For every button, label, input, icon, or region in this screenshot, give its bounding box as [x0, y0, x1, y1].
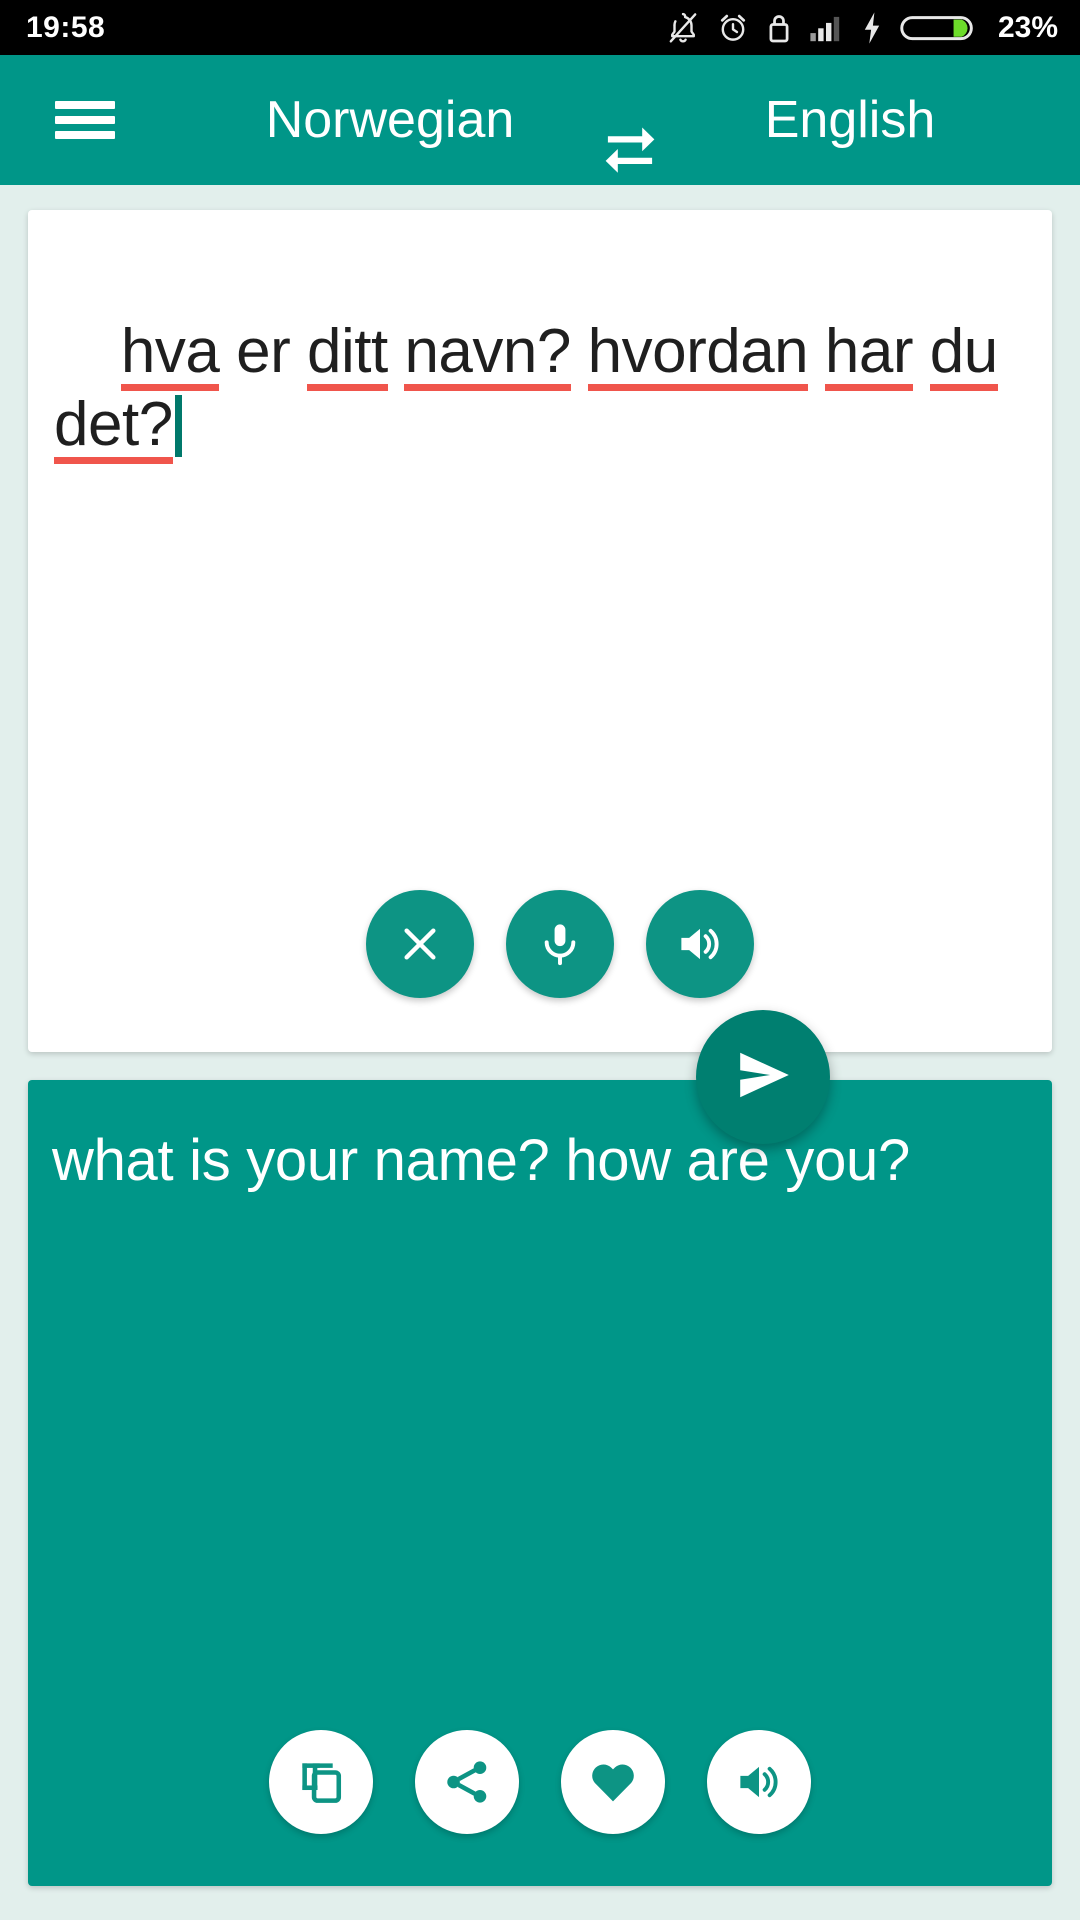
heart-icon	[586, 1755, 640, 1809]
speaker-icon	[674, 918, 726, 970]
result-action-bar	[28, 1730, 1052, 1834]
source-tokens: hva er ditt navn? hvordan har du det?	[54, 317, 1014, 465]
swap-languages-button[interactable]	[594, 113, 666, 185]
speak-result-button[interactable]	[707, 1730, 811, 1834]
source-token: ditt	[306, 317, 388, 392]
share-icon	[441, 1756, 493, 1808]
copy-button[interactable]	[269, 1730, 373, 1834]
hamburger-menu-icon[interactable]	[55, 101, 115, 139]
translate-send-button[interactable]	[696, 1010, 830, 1144]
app-bar: Norwegian English	[0, 55, 1080, 185]
target-language-selector[interactable]: English	[690, 94, 1010, 146]
source-text-input[interactable]: hva er ditt navn? hvordan har du det?	[54, 242, 1012, 535]
signal-bars-icon	[808, 10, 844, 46]
status-bar-icons: 23%	[666, 10, 1058, 46]
send-icon	[727, 1039, 799, 1116]
lock-icon	[766, 10, 792, 46]
share-button[interactable]	[415, 1730, 519, 1834]
translation-result-text: what is your name? how are you?	[52, 1128, 910, 1193]
battery-icon	[900, 10, 974, 46]
source-token: du	[929, 317, 998, 392]
status-bar-time: 19:58	[26, 10, 106, 44]
hamburger-bar	[55, 131, 115, 139]
source-token: har	[824, 317, 914, 392]
favorite-button[interactable]	[561, 1730, 665, 1834]
microphone-icon	[535, 919, 585, 969]
source-token: hvordan	[587, 317, 809, 392]
clear-button[interactable]	[366, 890, 474, 998]
source-token: det?	[54, 390, 173, 465]
bell-off-icon	[666, 10, 700, 46]
source-text-card: hva er ditt navn? hvordan har du det?	[28, 210, 1052, 1052]
source-language-selector[interactable]: Norwegian	[210, 94, 570, 146]
speak-source-button[interactable]	[646, 890, 754, 998]
source-token: hva	[120, 317, 220, 392]
charging-bolt-icon	[860, 10, 884, 46]
alarm-clock-icon	[716, 10, 750, 46]
source-token: er	[236, 317, 291, 387]
voice-input-button[interactable]	[506, 890, 614, 998]
translation-result-card: what is your name? how are you?	[28, 1080, 1052, 1886]
battery-percent-label: 23%	[997, 10, 1058, 44]
text-caret	[174, 395, 182, 458]
swap-languages-icon	[596, 113, 664, 186]
close-icon	[395, 919, 445, 969]
source-action-bar	[28, 890, 1052, 998]
speaker-icon	[733, 1756, 785, 1808]
hamburger-bar	[55, 116, 115, 124]
copy-icon	[295, 1756, 347, 1808]
source-token: navn?	[404, 317, 571, 392]
hamburger-bar	[55, 101, 115, 109]
status-bar: 19:58 23%	[0, 0, 1080, 55]
